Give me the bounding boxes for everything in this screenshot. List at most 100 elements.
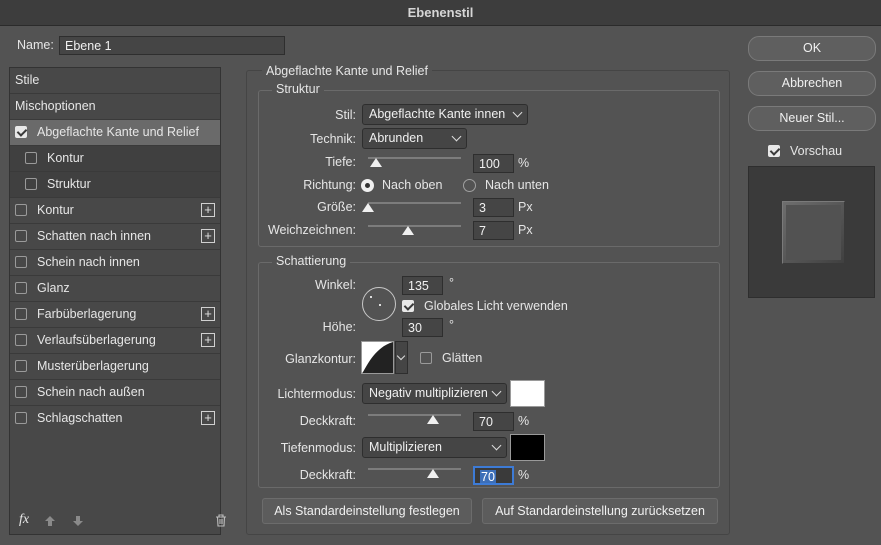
stroke-checkbox[interactable] [15, 204, 27, 216]
make-default-button[interactable]: Als Standardeinstellung festlegen [262, 498, 472, 524]
highlight-opacity-thumb[interactable] [427, 415, 439, 424]
trash-icon[interactable] [215, 514, 227, 527]
gloss-contour-label: Glanzkontur: [285, 352, 356, 366]
chevron-down-icon [491, 386, 502, 397]
name-label: Name: [17, 38, 54, 52]
add-inner-shadow-icon[interactable]: + [201, 229, 215, 243]
sidebar-item-bevel-emboss[interactable]: Abgeflachte Kante und Relief [10, 120, 220, 146]
pattern-overlay-checkbox[interactable] [15, 360, 27, 372]
depth-slider-thumb[interactable] [370, 158, 382, 167]
sidebar-item-drop-shadow[interactable]: Schlagschatten + [10, 406, 220, 432]
sidebar-item-mischoptionen[interactable]: Mischoptionen [10, 94, 220, 120]
technique-label: Technik: [310, 132, 356, 146]
soften-slider-track[interactable] [368, 225, 461, 227]
direction-up-label: Nach oben [382, 178, 443, 192]
shadow-mode-select[interactable]: Multiplizieren [362, 437, 507, 458]
contour-sub-checkbox[interactable] [25, 152, 37, 164]
style-list: Stile Mischoptionen Abgeflachte Kante un… [9, 67, 226, 535]
color-overlay-checkbox[interactable] [15, 308, 27, 320]
antialias-checkbox[interactable] [420, 352, 432, 364]
size-slider-track[interactable] [368, 202, 461, 204]
sidebar-item-gradient-overlay[interactable]: Verlaufsüberlagerung + [10, 328, 220, 354]
sidebar-item-label: Stile [15, 73, 40, 87]
bevel-checkbox[interactable] [15, 126, 27, 138]
angle-unit: ° [449, 276, 454, 290]
sidebar-item-satin[interactable]: Glanz [10, 276, 220, 302]
sidebar-item-pattern-overlay[interactable]: Musterüberlagerung [10, 354, 220, 380]
shading-title: Schattierung [272, 254, 351, 268]
size-slider-thumb[interactable] [362, 203, 374, 212]
depth-input[interactable]: 100 [473, 154, 514, 173]
highlight-opacity-input[interactable]: 70 [473, 412, 514, 431]
inner-glow-checkbox[interactable] [15, 256, 27, 268]
soften-slider-thumb[interactable] [402, 226, 414, 235]
angle-center [379, 304, 381, 306]
angle-input[interactable]: 135 [402, 276, 443, 295]
add-drop-shadow-icon[interactable]: + [201, 411, 215, 425]
outer-glow-checkbox[interactable] [15, 386, 27, 398]
preview-box [748, 166, 875, 298]
arrow-up-icon[interactable] [44, 515, 56, 527]
gradient-overlay-checkbox[interactable] [15, 334, 27, 346]
gloss-contour-dropdown[interactable] [395, 341, 408, 374]
direction-down-radio[interactable] [463, 179, 476, 192]
global-light-checkbox[interactable] [402, 300, 414, 312]
add-stroke-icon[interactable]: + [201, 203, 215, 217]
size-input[interactable]: 3 [473, 198, 514, 217]
sidebar-item-texture-sub[interactable]: Struktur [10, 172, 220, 198]
texture-sub-checkbox[interactable] [25, 178, 37, 190]
shadow-color-swatch[interactable] [510, 434, 545, 461]
chevron-down-icon [491, 440, 502, 451]
depth-unit: % [518, 156, 530, 170]
highlight-mode-label: Lichtermodus: [277, 387, 356, 401]
highlight-opacity-track[interactable] [368, 414, 461, 416]
preview-label: Vorschau [790, 144, 843, 158]
inner-shadow-checkbox[interactable] [15, 230, 27, 242]
chevron-down-icon [512, 107, 523, 118]
add-color-overlay-icon[interactable]: + [201, 307, 215, 321]
highlight-mode-select[interactable]: Negativ multiplizieren [362, 383, 507, 404]
sidebar-item-stroke[interactable]: Kontur + [10, 198, 220, 224]
drop-shadow-checkbox[interactable] [15, 412, 27, 424]
sidebar-item-label: Musterüberlagerung [37, 359, 149, 373]
reset-default-button[interactable]: Auf Standardeinstellung zurücksetzen [482, 498, 718, 524]
angle-dial[interactable] [362, 287, 396, 321]
add-gradient-overlay-icon[interactable]: + [201, 333, 215, 347]
gloss-contour-preview[interactable] [361, 341, 394, 374]
altitude-input[interactable]: 30 [402, 318, 443, 337]
name-input[interactable]: Ebene 1 [59, 36, 285, 55]
sidebar-item-label: Kontur [37, 203, 74, 217]
preview-checkbox[interactable] [768, 145, 780, 157]
cancel-button[interactable]: Abbrechen [748, 71, 876, 96]
satin-checkbox[interactable] [15, 282, 27, 294]
direction-up-radio[interactable] [361, 179, 374, 192]
size-unit: Px [518, 200, 533, 214]
highlight-color-swatch[interactable] [510, 380, 545, 407]
sidebar-item-label: Mischoptionen [15, 99, 96, 113]
sidebar-item-inner-glow[interactable]: Schein nach innen [10, 250, 220, 276]
sidebar-item-contour-sub[interactable]: Kontur [10, 146, 220, 172]
sidebar-item-outer-glow[interactable]: Schein nach außen [10, 380, 220, 406]
soften-input[interactable]: 7 [473, 221, 514, 240]
sidebar-item-color-overlay[interactable]: Farbüberlagerung + [10, 302, 220, 328]
shadow-opacity-thumb[interactable] [427, 469, 439, 478]
sidebar-item-stile[interactable]: Stile [10, 68, 220, 94]
preview-swatch [782, 201, 845, 264]
panel-title: Abgeflachte Kante und Relief [262, 64, 432, 78]
new-style-button[interactable]: Neuer Stil... [748, 106, 876, 131]
technique-select[interactable]: Abrunden [362, 128, 467, 149]
sidebar-item-inner-shadow[interactable]: Schatten nach innen + [10, 224, 220, 250]
arrow-down-icon[interactable] [72, 515, 84, 527]
style-label: Stil: [335, 108, 356, 122]
shadow-mode-value: Multiplizieren [369, 440, 442, 454]
ok-button[interactable]: OK [748, 36, 876, 61]
shadow-opacity-track[interactable] [368, 468, 461, 470]
shadow-mode-label: Tiefenmodus: [280, 441, 356, 455]
shadow-opacity-input[interactable]: 70 [473, 466, 514, 485]
fx-icon[interactable]: fx [19, 512, 29, 528]
chevron-down-icon [451, 131, 462, 142]
size-label: Größe: [317, 200, 356, 214]
style-select[interactable]: Abgeflachte Kante innen [362, 104, 528, 125]
chevron-down-icon [396, 351, 406, 361]
shadow-opacity-selected-text: 70 [480, 470, 496, 484]
